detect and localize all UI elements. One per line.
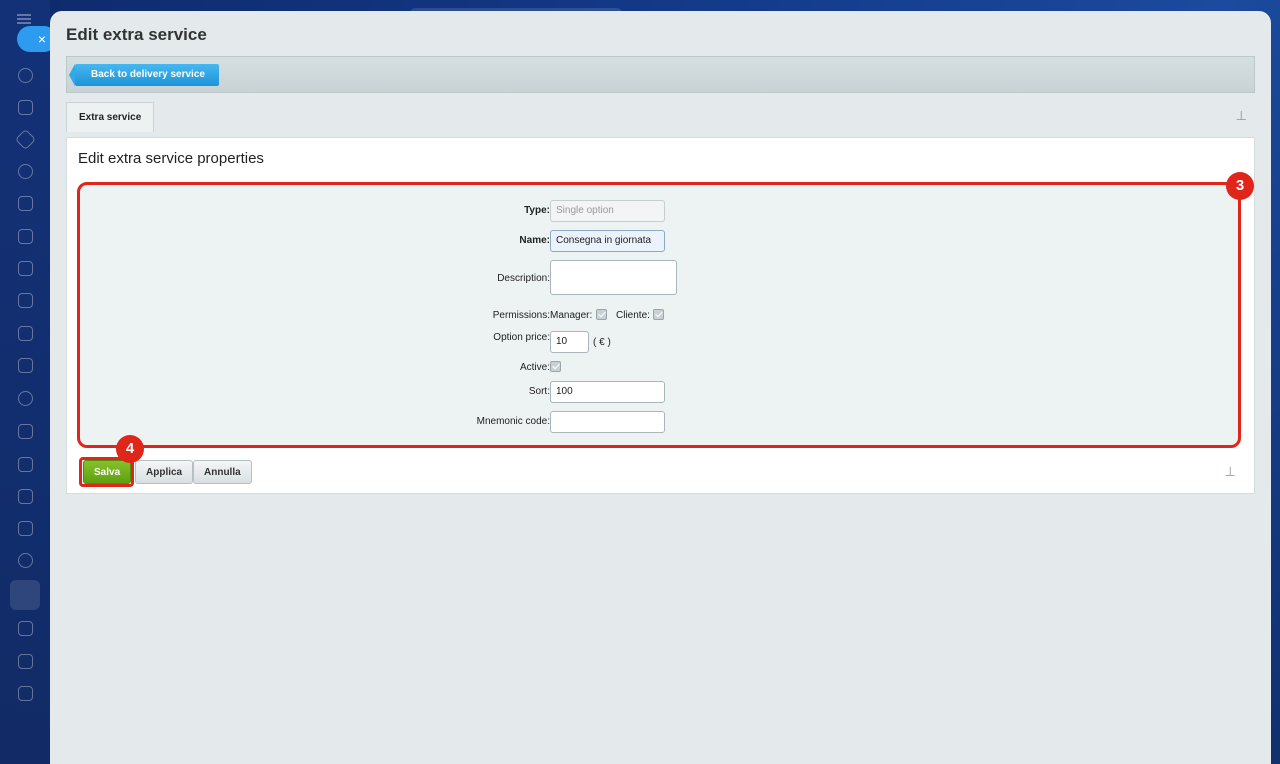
menu-icon[interactable]: [17, 14, 31, 24]
manager-label: Manager:: [550, 310, 593, 321]
type-field: Single option: [550, 200, 665, 222]
currency-unit: ( € ): [593, 337, 611, 348]
mnemonic-row: Mnemonic code:: [80, 411, 1238, 433]
cart-icon[interactable]: [10, 580, 40, 610]
context-toolbar: Back to delivery service: [66, 56, 1255, 93]
active-checkbox[interactable]: [550, 361, 561, 372]
active-label: Active:: [519, 362, 550, 373]
description-textarea[interactable]: [550, 260, 677, 295]
type-row: Type: Single option: [80, 200, 1238, 222]
target-icon[interactable]: [18, 553, 33, 568]
store-icon[interactable]: [18, 521, 33, 536]
permissions-label: Permissions:: [492, 310, 550, 321]
sort-row: Sort: 100: [80, 381, 1238, 403]
edit-panel: Edit extra service properties 3 Type: Si…: [66, 137, 1255, 494]
permissions-row: Permissions: Manager: Cliente:: [80, 305, 1238, 327]
chat-icon[interactable]: [18, 100, 33, 115]
sort-input[interactable]: 100: [550, 381, 665, 403]
left-sidebar: ×: [0, 0, 57, 764]
option-price-input[interactable]: 10: [550, 331, 589, 353]
crm-icon[interactable]: [18, 164, 33, 179]
filter-icon[interactable]: [18, 457, 33, 472]
pulse-icon[interactable]: [18, 68, 33, 83]
mnemonic-input[interactable]: [550, 411, 665, 433]
drive-icon[interactable]: [18, 326, 33, 341]
button-bar: Salva Applica Annulla ⊥: [67, 460, 1254, 486]
tabs-row: Extra service ⊥: [66, 102, 1255, 132]
reports-icon[interactable]: [18, 686, 33, 701]
form-properties-highlight: 3 Type: Single option Name: Consegna in …: [77, 172, 1254, 448]
calendar-icon[interactable]: [18, 196, 33, 211]
panel-title: Edit extra service properties: [78, 150, 264, 167]
client-label: Cliente:: [616, 310, 650, 321]
back-to-delivery-service-button[interactable]: Back to delivery service: [69, 64, 219, 86]
grid-icon[interactable]: [18, 489, 33, 504]
board-icon[interactable]: [18, 293, 33, 308]
manager-checkbox[interactable]: [596, 309, 607, 320]
slider-window: Edit extra service Back to delivery serv…: [50, 11, 1271, 764]
mnemonic-label: Mnemonic code:: [476, 416, 550, 427]
sites-icon[interactable]: [18, 621, 33, 636]
annotation-badge-4: 4: [116, 435, 144, 463]
analytics-icon[interactable]: [18, 654, 33, 669]
description-row: Description:: [80, 260, 1238, 296]
tasks-icon[interactable]: [14, 128, 37, 151]
sort-label: Sort:: [528, 386, 550, 397]
page-title: Edit extra service: [66, 25, 207, 44]
mail-icon[interactable]: [18, 358, 33, 373]
document-icon[interactable]: [18, 261, 33, 276]
option-price-row: Option price: 10 ( € ): [80, 329, 1238, 353]
name-row: Name: Consegna in giornata: [80, 230, 1238, 252]
cancel-button[interactable]: Annulla: [193, 460, 252, 484]
schedule-icon[interactable]: [18, 229, 33, 244]
name-input[interactable]: Consegna in giornata: [550, 230, 665, 252]
tab-extra-service[interactable]: Extra service: [66, 102, 155, 132]
annotation-badge-3: 3: [1226, 172, 1254, 200]
client-checkbox[interactable]: [653, 309, 664, 320]
description-label: Description:: [497, 273, 550, 284]
name-label: Name:: [519, 235, 550, 246]
checklist-icon[interactable]: [18, 424, 33, 439]
active-row: Active:: [80, 357, 1238, 379]
type-label: Type:: [524, 205, 550, 216]
pin-icon[interactable]: ⊥: [1236, 108, 1247, 124]
option-price-label: Option price:: [493, 332, 550, 343]
users-icon[interactable]: [18, 391, 33, 406]
pin-icon[interactable]: ⊥: [1225, 464, 1236, 480]
apply-button[interactable]: Applica: [135, 460, 194, 484]
